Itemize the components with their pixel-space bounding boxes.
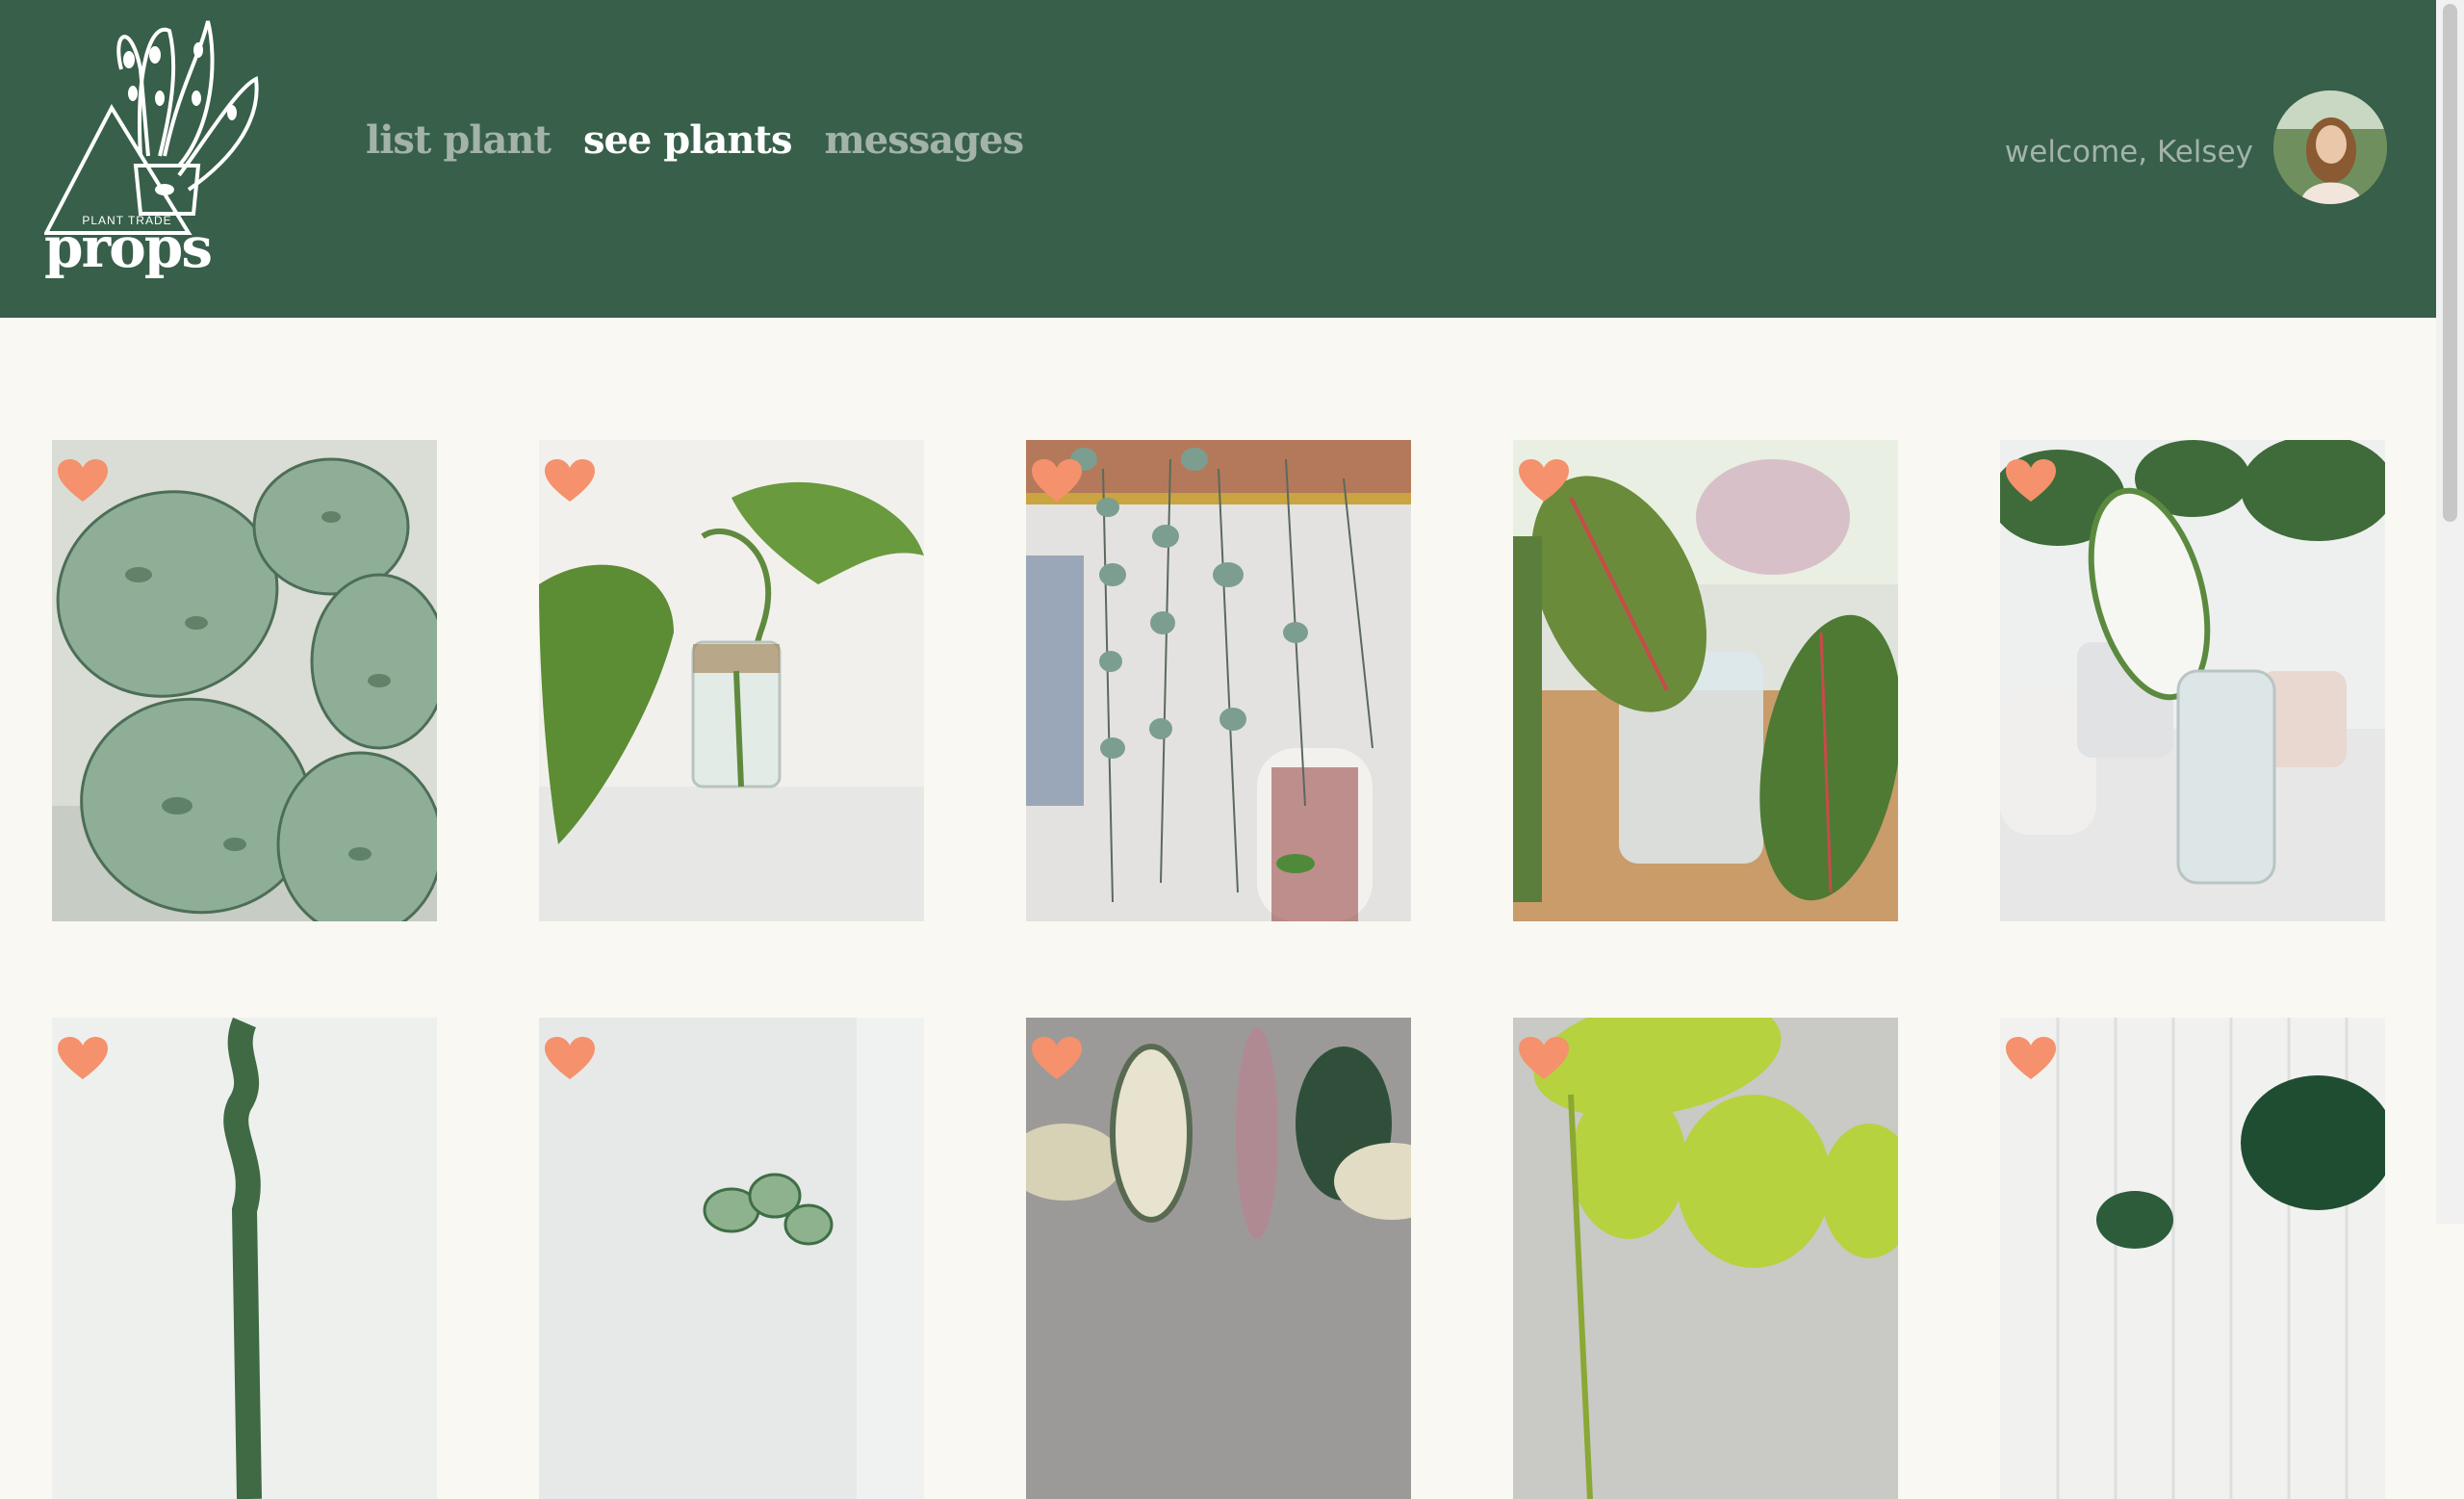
plant-photo (539, 1018, 924, 1499)
welcome-text: welcome, Kelsey (2004, 135, 2253, 169)
favorite-heart-icon[interactable] (1032, 1037, 1082, 1081)
scrollbar-thumb[interactable] (2443, 4, 2457, 522)
plant-photo (52, 440, 437, 921)
plant-card[interactable] (1513, 440, 1898, 921)
plant-card[interactable] (2000, 1018, 2385, 1499)
plant-photo (1026, 440, 1411, 921)
plant-card[interactable] (52, 1018, 437, 1499)
plant-card[interactable] (539, 440, 924, 921)
plant-photo (1026, 1018, 1411, 1499)
logo-wordmark: props (44, 215, 213, 280)
plant-card[interactable] (52, 440, 437, 921)
page-scrollbar[interactable] (2436, 0, 2464, 1224)
plant-card[interactable] (1026, 1018, 1411, 1499)
favorite-heart-icon[interactable] (58, 1037, 108, 1081)
plant-card[interactable] (2000, 440, 2385, 921)
snake-plant-logo-icon (44, 20, 259, 235)
nav-see-plants[interactable]: see plants (583, 117, 793, 163)
favorite-heart-icon[interactable] (2006, 1037, 2056, 1081)
favorite-heart-icon[interactable] (545, 1037, 595, 1081)
main-nav: list plant see plants messages (366, 117, 1024, 163)
props-logo[interactable]: PLANT TRADE props (44, 12, 266, 291)
plant-photo (52, 1018, 437, 1499)
favorite-heart-icon[interactable] (1519, 459, 1569, 504)
nav-messages[interactable]: messages (824, 117, 1024, 163)
favorite-heart-icon[interactable] (1032, 459, 1082, 504)
plant-card[interactable] (1513, 1018, 1898, 1499)
plant-photo (2000, 440, 2385, 921)
plant-photo (1513, 440, 1898, 921)
user-avatar[interactable] (2273, 90, 2387, 204)
avatar-photo (2273, 90, 2387, 204)
favorite-heart-icon[interactable] (1519, 1037, 1569, 1081)
plant-card[interactable] (539, 1018, 924, 1499)
plant-photo (539, 440, 924, 921)
nav-list-plant[interactable]: list plant (366, 117, 552, 163)
plant-card[interactable] (1026, 440, 1411, 921)
app-header: PLANT TRADE props list plant see plants … (0, 0, 2436, 318)
favorite-heart-icon[interactable] (58, 459, 108, 504)
plant-photo (1513, 1018, 1898, 1499)
favorite-heart-icon[interactable] (545, 459, 595, 504)
plant-photo (2000, 1018, 2385, 1499)
favorite-heart-icon[interactable] (2006, 459, 2056, 504)
